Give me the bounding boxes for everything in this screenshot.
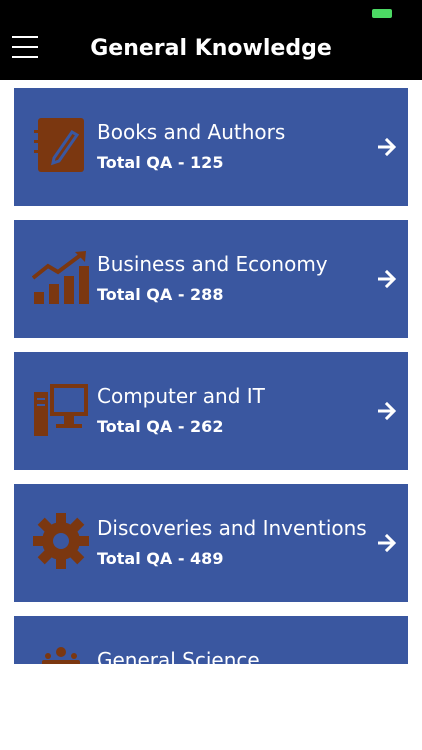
arrow-right-icon bbox=[378, 401, 396, 421]
category-card-books-and-authors[interactable]: Books and Authors Total QA - 125 bbox=[14, 88, 408, 206]
page-title: General Knowledge bbox=[90, 36, 332, 61]
category-card-discoveries-and-inventions[interactable]: Discoveries and Inventions Total QA - 48… bbox=[14, 484, 408, 602]
category-title: Discoveries and Inventions bbox=[97, 516, 367, 540]
category-title: General Science bbox=[97, 648, 260, 664]
notebook-pen-icon bbox=[34, 118, 84, 172]
app-bar: General Knowledge bbox=[0, 24, 422, 80]
category-count: Total QA - 489 bbox=[97, 549, 224, 568]
category-list[interactable]: Books and Authors Total QA - 125 Busines… bbox=[0, 80, 422, 664]
category-title: Business and Economy bbox=[97, 252, 328, 276]
category-card-general-science[interactable]: General Science bbox=[14, 616, 408, 664]
desktop-computer-icon bbox=[34, 384, 88, 436]
category-count: Total QA - 125 bbox=[97, 153, 224, 172]
category-count: Total QA - 288 bbox=[97, 285, 224, 304]
science-icon bbox=[42, 647, 80, 664]
category-card-business-and-economy[interactable]: Business and Economy Total QA - 288 bbox=[14, 220, 408, 338]
status-bar bbox=[0, 0, 422, 24]
category-card-computer-and-it[interactable]: Computer and IT Total QA - 262 bbox=[14, 352, 408, 470]
bottom-blank-area bbox=[0, 664, 422, 750]
category-title: Books and Authors bbox=[97, 120, 286, 144]
battery-icon bbox=[372, 9, 392, 18]
category-title: Computer and IT bbox=[97, 384, 265, 408]
arrow-right-icon bbox=[378, 269, 396, 289]
growth-chart-icon bbox=[32, 251, 89, 304]
category-count: Total QA - 262 bbox=[97, 417, 224, 436]
arrow-right-icon bbox=[378, 137, 396, 157]
arrow-right-icon bbox=[378, 533, 396, 553]
gear-icon bbox=[33, 513, 89, 569]
